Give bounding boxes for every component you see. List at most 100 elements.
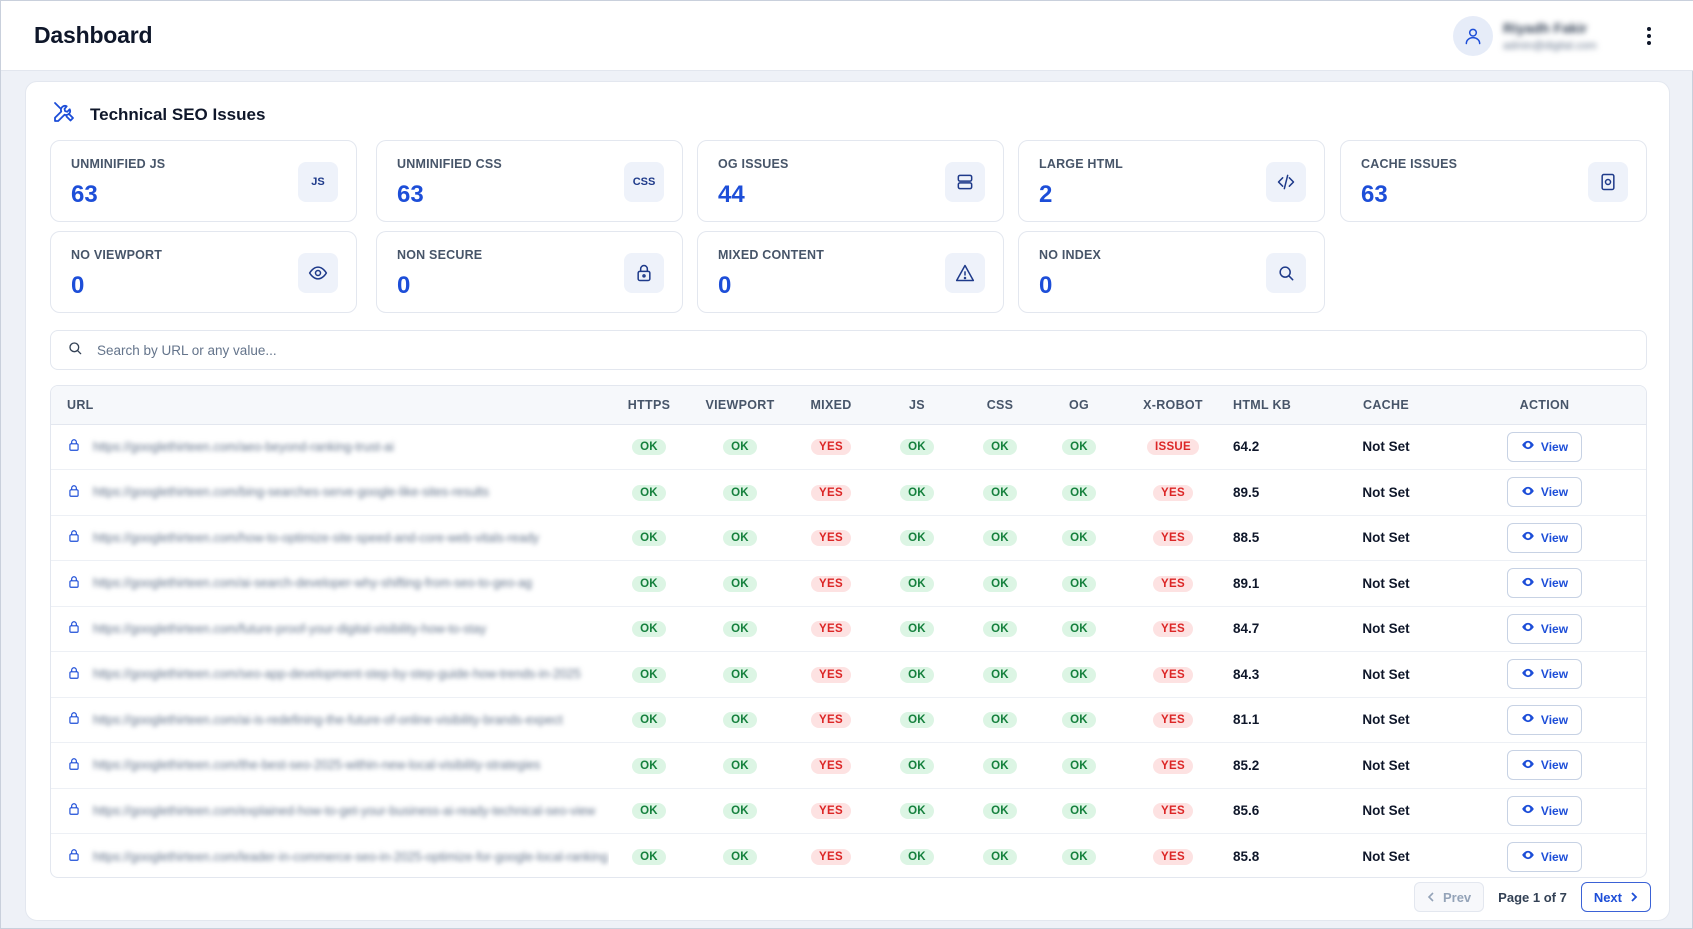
- url-link[interactable]: https://googlethirteen.com/how-to-optimi…: [93, 531, 539, 545]
- status-badge: OK: [1062, 666, 1096, 683]
- search-icon: [1266, 253, 1306, 293]
- cache-cell: Not Set: [1362, 712, 1410, 728]
- view-button[interactable]: View: [1506, 750, 1583, 781]
- html-kb-cell: 84.7: [1233, 621, 1260, 637]
- eye-icon: [1521, 757, 1535, 774]
- https-cell: OK: [609, 788, 689, 834]
- url-link[interactable]: https://googlethirteen.com/aeo-beyond-ra…: [93, 440, 394, 454]
- stat-card-unminified-js[interactable]: UNMINIFIED JS 63 JS: [50, 140, 357, 222]
- view-button[interactable]: View: [1506, 704, 1583, 735]
- url-link[interactable]: https://googlethirteen.com/leader-in-com…: [93, 850, 608, 864]
- column-header-x-robot[interactable]: X-ROBOT: [1121, 386, 1225, 425]
- url-link[interactable]: https://googlethirteen.com/explained-how…: [93, 804, 595, 818]
- status-badge: OK: [723, 666, 757, 683]
- url-link[interactable]: https://googlethirteen.com/bing-searches…: [93, 485, 489, 499]
- status-badge: OK: [723, 621, 757, 638]
- view-button[interactable]: View: [1506, 795, 1583, 826]
- url-link[interactable]: https://googlethirteen.com/ai-is-redefin…: [93, 713, 563, 727]
- view-button[interactable]: View: [1506, 841, 1583, 872]
- url-cell: https://googlethirteen.com/the-best-seo-…: [51, 743, 609, 789]
- status-badge: YES: [811, 666, 851, 683]
- stat-card-no-index[interactable]: NO INDEX 0: [1018, 231, 1325, 313]
- action-cell: View: [1441, 424, 1646, 470]
- column-header-https[interactable]: HTTPS: [609, 386, 689, 425]
- cache-cell: Not Set: [1362, 849, 1410, 864]
- status-badge: YES: [811, 621, 851, 638]
- url-cell: https://googlethirteen.com/bing-searches…: [51, 470, 609, 516]
- css-cell: OK: [963, 515, 1037, 561]
- url-link[interactable]: https://googlethirteen.com/the-best-seo-…: [93, 758, 540, 772]
- column-header-action: ACTION: [1441, 386, 1646, 425]
- table-row: https://googlethirteen.com/aeo-beyond-ra…: [51, 424, 1646, 470]
- technical-seo-card: Technical SEO Issues UNMINIFIED JS 63 JS…: [25, 81, 1670, 921]
- url-link[interactable]: https://googlethirteen.com/future-proof-…: [93, 622, 486, 636]
- column-header-viewport[interactable]: VIEWPORT: [689, 386, 791, 425]
- mixed-cell: YES: [791, 834, 871, 878]
- status-badge: YES: [1153, 849, 1193, 865]
- secure-lock-icon: [67, 757, 81, 774]
- stat-card-cache-issues[interactable]: CACHE ISSUES 63: [1340, 140, 1647, 222]
- code-icon: [1266, 162, 1306, 202]
- url-cell: https://googlethirteen.com/ai-search-dev…: [51, 561, 609, 607]
- stat-card-non-secure[interactable]: NON SECURE 0: [376, 231, 683, 313]
- stack-icon: [945, 162, 985, 202]
- status-badge: YES: [811, 712, 851, 729]
- https-cell: OK: [609, 561, 689, 607]
- js-icon: JS: [298, 162, 338, 202]
- status-badge: OK: [1062, 757, 1096, 774]
- status-badge: OK: [983, 621, 1017, 638]
- cache-cell: Not Set: [1362, 530, 1410, 546]
- column-header-cache[interactable]: CACHE: [1331, 386, 1441, 425]
- status-badge: OK: [1062, 530, 1096, 547]
- more-options-icon[interactable]: [1637, 21, 1661, 51]
- cache-cell: Not Set: [1362, 439, 1410, 455]
- stat-card-unminified-css[interactable]: UNMINIFIED CSS 63 CSS: [376, 140, 683, 222]
- eye-icon: [1521, 802, 1535, 819]
- viewport-cell: OK: [689, 470, 791, 516]
- url-link[interactable]: https://googlethirteen.com/seo-app-devel…: [93, 667, 581, 681]
- column-header-mixed[interactable]: MIXED: [791, 386, 871, 425]
- search-bar[interactable]: [50, 330, 1647, 370]
- column-header-js[interactable]: JS: [871, 386, 963, 425]
- status-badge: OK: [1062, 621, 1096, 638]
- prev-page-button[interactable]: Prev: [1413, 882, 1485, 912]
- user-avatar-icon[interactable]: [1453, 15, 1493, 56]
- column-header-og[interactable]: OG: [1037, 386, 1121, 425]
- table-row: https://googlethirteen.com/ai-search-dev…: [51, 561, 1646, 607]
- xrobot-cell: YES: [1121, 606, 1225, 652]
- stat-card-mixed-content[interactable]: MIXED CONTENT 0: [697, 231, 1004, 313]
- status-badge: OK: [723, 530, 757, 547]
- og-cell: OK: [1037, 788, 1121, 834]
- status-badge: OK: [723, 803, 757, 820]
- stat-value: 63: [397, 181, 424, 208]
- search-input[interactable]: [97, 342, 1630, 358]
- top-bar: Dashboard Riyadh Fakir admin@digital.com: [1, 1, 1693, 71]
- stat-card-no-viewport[interactable]: NO VIEWPORT 0: [50, 231, 357, 313]
- https-cell: OK: [609, 652, 689, 698]
- column-header-css[interactable]: CSS: [963, 386, 1037, 425]
- view-label: View: [1540, 530, 1569, 545]
- view-button[interactable]: View: [1506, 431, 1583, 462]
- html-kb-cell: 81.1: [1233, 712, 1260, 728]
- view-button[interactable]: View: [1506, 659, 1583, 690]
- user-menu[interactable]: Riyadh Fakir admin@digital.com: [1453, 15, 1661, 56]
- mixed-cell: YES: [791, 788, 871, 834]
- view-button[interactable]: View: [1506, 477, 1583, 508]
- url-link[interactable]: https://googlethirteen.com/ai-search-dev…: [93, 576, 532, 590]
- column-header-html-kb[interactable]: HTML KB: [1225, 386, 1331, 425]
- status-badge: OK: [632, 484, 666, 501]
- status-badge: OK: [723, 484, 757, 501]
- chevron-left-icon: [1427, 890, 1435, 905]
- next-page-button[interactable]: Next: [1580, 882, 1651, 912]
- view-button[interactable]: View: [1506, 568, 1583, 599]
- view-button[interactable]: View: [1506, 522, 1583, 553]
- action-cell: View: [1441, 743, 1646, 789]
- xrobot-cell: YES: [1121, 834, 1225, 878]
- eye-icon: [1521, 575, 1535, 592]
- column-header-url[interactable]: URL: [51, 386, 609, 425]
- stat-card-og-issues[interactable]: OG ISSUES 44: [697, 140, 1004, 222]
- view-button[interactable]: View: [1506, 613, 1583, 644]
- user-info: Riyadh Fakir admin@digital.com: [1503, 20, 1613, 52]
- stat-card-large-html[interactable]: LARGE HTML 2: [1018, 140, 1325, 222]
- stat-label: LARGE HTML: [1039, 157, 1123, 171]
